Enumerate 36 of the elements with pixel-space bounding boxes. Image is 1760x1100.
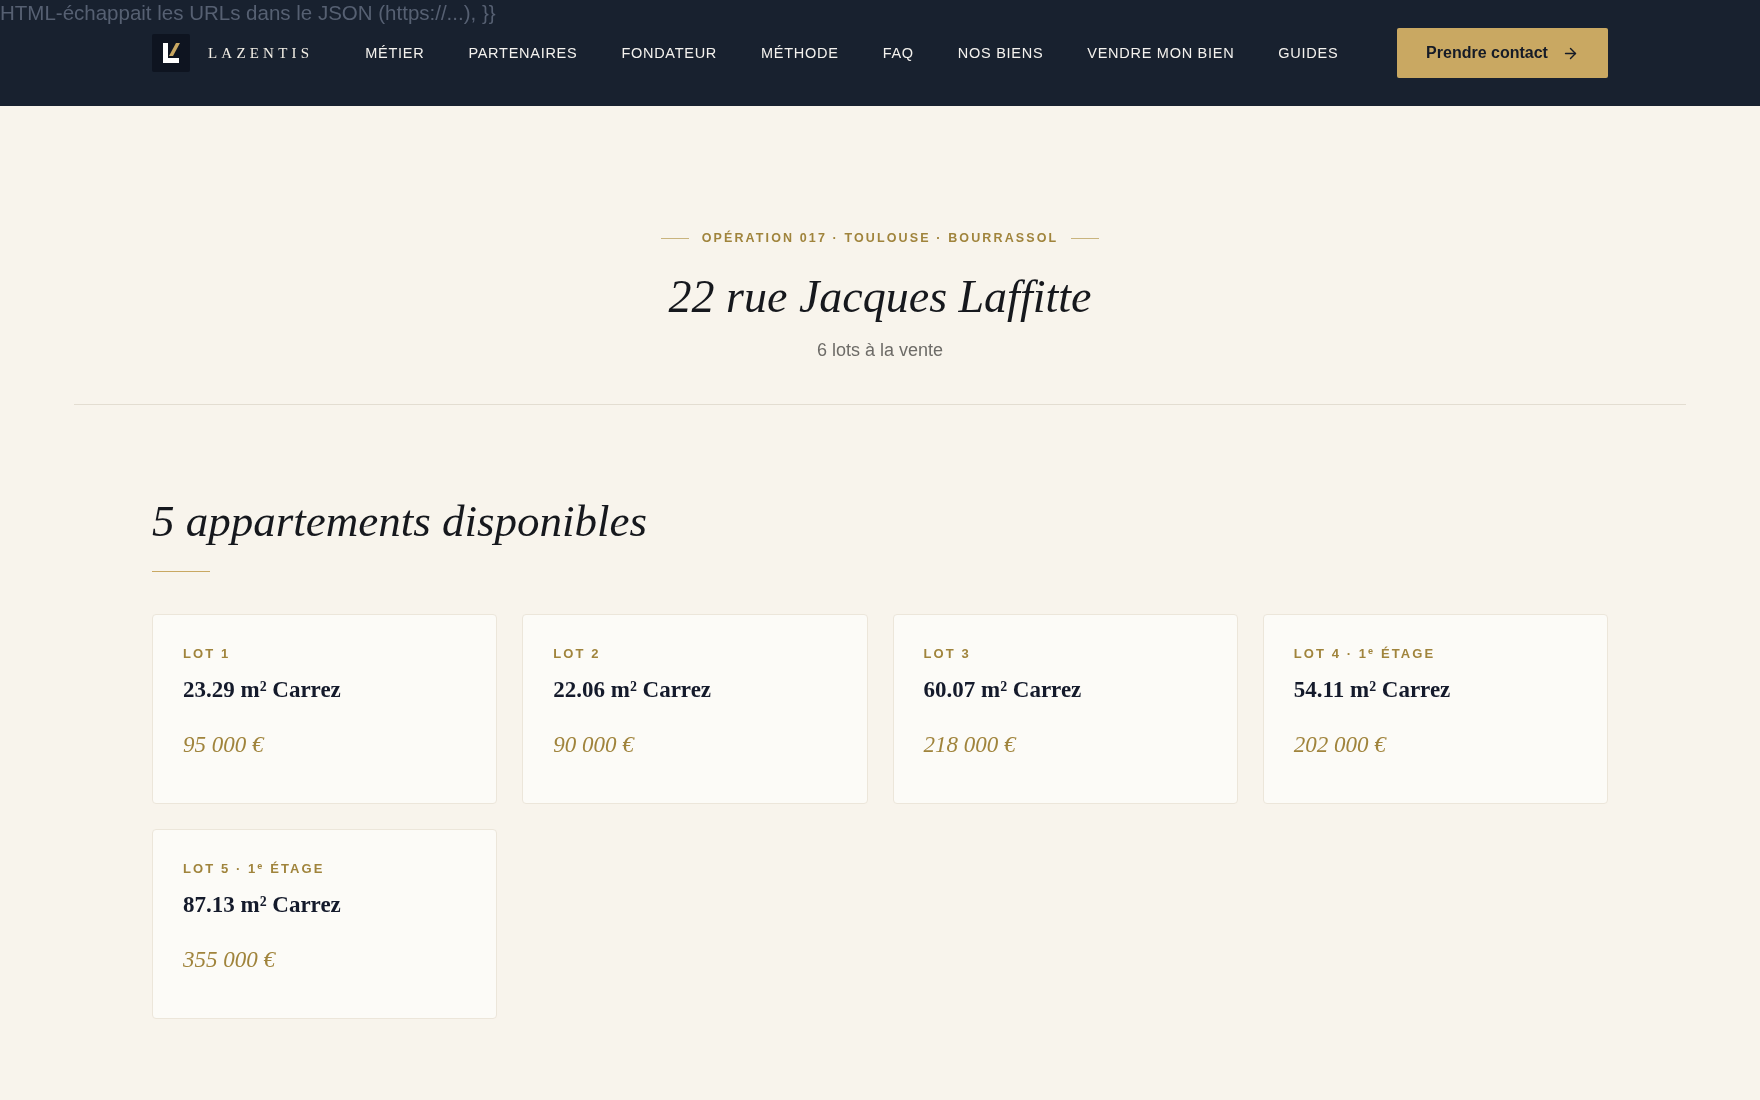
lot-label: LOT 5 · 1$^{e}$ ÉTAGE <box>183 861 325 877</box>
nav-link[interactable]: FONDATEUR <box>621 45 718 61</box>
lot-price: 202 000 € <box>1293 731 1386 759</box>
nav-link[interactable]: MÉTHODE <box>761 45 839 61</box>
lot-card[interactable]: LOT 1 23.29 m² Carrez 95 000 € <box>152 614 498 804</box>
eyebrow-text: OPÉRATION 017 · TOULOUSE · BOURRASSOL <box>701 231 1059 245</box>
lot-area: 23.29 m² Carrez <box>183 675 341 705</box>
section-heading: 5 appartements disponibles <box>152 495 647 548</box>
contact-button[interactable]: Prendre contact <box>1397 28 1608 78</box>
lot-card[interactable]: LOT 3 60.07 m² Carrez 218 000 € <box>892 614 1238 804</box>
lot-card[interactable]: LOT 4 · 1$^{e}$ ÉTAGE 54.11 m² Carrez 202 000 € <box>1262 614 1608 804</box>
page-subtitle: 6 lots à la vente <box>816 339 944 362</box>
lot-area: 54.11 m² Carrez <box>1293 675 1451 705</box>
nav-link[interactable]: NOS BIENS <box>957 45 1044 61</box>
lot-card[interactable]: LOT 5 · 1$^{e}$ ÉTAGE 87.13 m² Carrez 355 000 € <box>152 829 498 1019</box>
lot-label: LOT 1 <box>183 646 231 662</box>
nav-link[interactable]: GUIDES <box>1278 45 1339 61</box>
lot-price: 90 000 € <box>553 731 634 759</box>
lot-price: 95 000 € <box>183 731 264 759</box>
lot-price: 355 000 € <box>183 946 275 974</box>
nav-link[interactable]: MÉTIER <box>365 45 425 61</box>
stray-text: HTML-échappait les URLs dans le JSON (https://...), }} <box>0 1 496 25</box>
logo-icon <box>152 34 190 72</box>
nav-link[interactable]: VENDRE MON BIEN <box>1087 45 1235 61</box>
lot-area: 87.13 m² Carrez <box>183 890 341 920</box>
lot-label: LOT 3 <box>923 646 971 662</box>
nav-link[interactable]: FAQ <box>882 45 914 61</box>
lot-area: 60.07 m² Carrez <box>923 675 1082 705</box>
lot-card[interactable]: LOT 2 22.06 m² Carrez 90 000 € <box>522 614 868 804</box>
page-title: 22 rue Jacques Laffitte <box>668 270 1092 324</box>
nav-link[interactable]: PARTENAIRES <box>468 45 578 61</box>
lot-label: LOT 2 <box>553 646 601 662</box>
lot-label: LOT 4 · 1$^{e}$ ÉTAGE <box>1293 646 1436 662</box>
lot-price: 218 000 € <box>923 731 1016 759</box>
lot-area: 22.06 m² Carrez <box>553 675 712 705</box>
brand-link[interactable]: LAZENTIS <box>152 34 314 72</box>
